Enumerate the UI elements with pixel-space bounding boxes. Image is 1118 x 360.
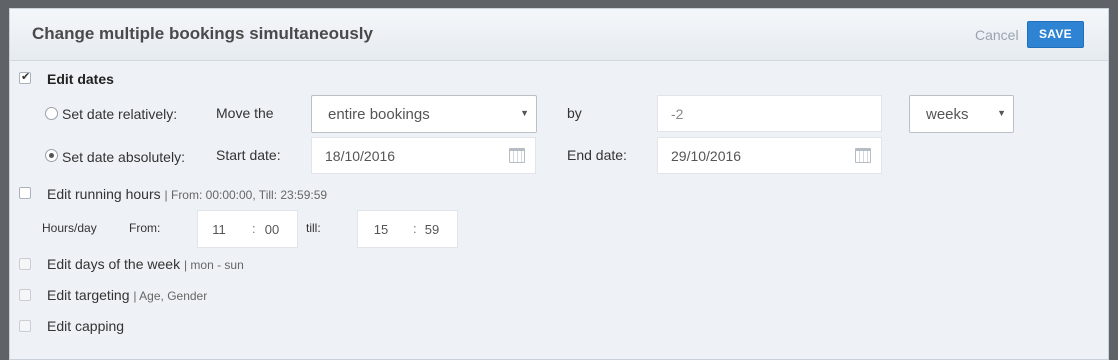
dialog-title: Change multiple bookings simultaneously <box>32 24 373 43</box>
dialog-header: Change multiple bookings simultaneously … <box>10 9 1108 61</box>
edit-targeting-label: Edit targeting | Age, Gender <box>47 287 207 303</box>
edit-targeting-checkbox[interactable] <box>19 289 31 301</box>
shift-amount-input[interactable]: -2 <box>657 95 882 132</box>
start-date-input[interactable]: 18/10/2016 <box>311 137 536 174</box>
edit-days-label: Edit days of the week | mon - sun <box>47 256 244 272</box>
running-hours-hint: | From: 00:00:00, Till: 23:59:59 <box>164 188 328 202</box>
from-time-input[interactable]: 11 : 00 <box>197 210 298 248</box>
days-hint: | mon - sun <box>183 258 244 272</box>
till-time-input[interactable]: 15 : 59 <box>357 210 458 248</box>
end-date-label: End date: <box>567 147 627 163</box>
set-date-relatively-radio[interactable] <box>45 107 58 120</box>
shift-unit-select[interactable]: weeks ▼ <box>909 95 1014 133</box>
hours-per-day-label: Hours/day <box>42 221 97 235</box>
edit-capping-label: Edit capping <box>47 318 125 334</box>
end-date-input[interactable]: 29/10/2016 <box>657 137 882 174</box>
calendar-icon[interactable] <box>855 148 871 163</box>
move-the-label: Move the <box>216 105 274 121</box>
edit-days-checkbox[interactable] <box>19 258 31 270</box>
from-minute-value[interactable]: 00 <box>257 222 287 237</box>
by-label: by <box>567 105 582 121</box>
edit-running-hours-checkbox[interactable] <box>19 187 31 199</box>
cancel-button[interactable]: Cancel <box>975 27 1019 43</box>
set-date-absolutely-radio[interactable] <box>45 149 58 162</box>
caret-down-icon: ▼ <box>520 108 529 118</box>
days-title: Edit days of the week <box>47 256 181 272</box>
edit-dates-label: Edit dates <box>47 71 114 87</box>
start-date-value: 18/10/2016 <box>325 147 396 164</box>
edit-dates-checkbox[interactable] <box>19 70 31 84</box>
booking-scope-select[interactable]: entire bookings ▼ <box>311 95 537 133</box>
from-label: From: <box>129 221 161 235</box>
booking-scope-value: entire bookings <box>328 105 430 123</box>
targeting-hint: | Age, Gender <box>133 289 208 303</box>
till-minute-value[interactable]: 59 <box>417 222 447 237</box>
till-label: till: <box>306 221 321 235</box>
running-hours-title: Edit running hours <box>47 186 161 202</box>
calendar-icon[interactable] <box>509 148 525 163</box>
set-date-absolutely-label: Set date absolutely: <box>62 149 185 165</box>
edit-capping-checkbox[interactable] <box>19 320 31 332</box>
start-date-label: Start date: <box>216 147 281 163</box>
shift-unit-value: weeks <box>926 105 969 123</box>
bulk-edit-dialog: Change multiple bookings simultaneously … <box>9 8 1109 360</box>
shift-amount-value: -2 <box>671 105 684 122</box>
from-hour-value[interactable]: 11 <box>204 222 234 237</box>
from-time-separator: : <box>252 221 256 236</box>
end-date-value: 29/10/2016 <box>671 147 742 164</box>
set-date-relatively-label: Set date relatively: <box>62 106 178 122</box>
till-hour-value[interactable]: 15 <box>366 222 396 237</box>
targeting-title: Edit targeting <box>47 287 130 303</box>
save-button[interactable]: SAVE <box>1027 21 1084 48</box>
edit-running-hours-label: Edit running hours | From: 00:00:00, Til… <box>47 186 327 202</box>
caret-down-icon: ▼ <box>997 108 1006 118</box>
